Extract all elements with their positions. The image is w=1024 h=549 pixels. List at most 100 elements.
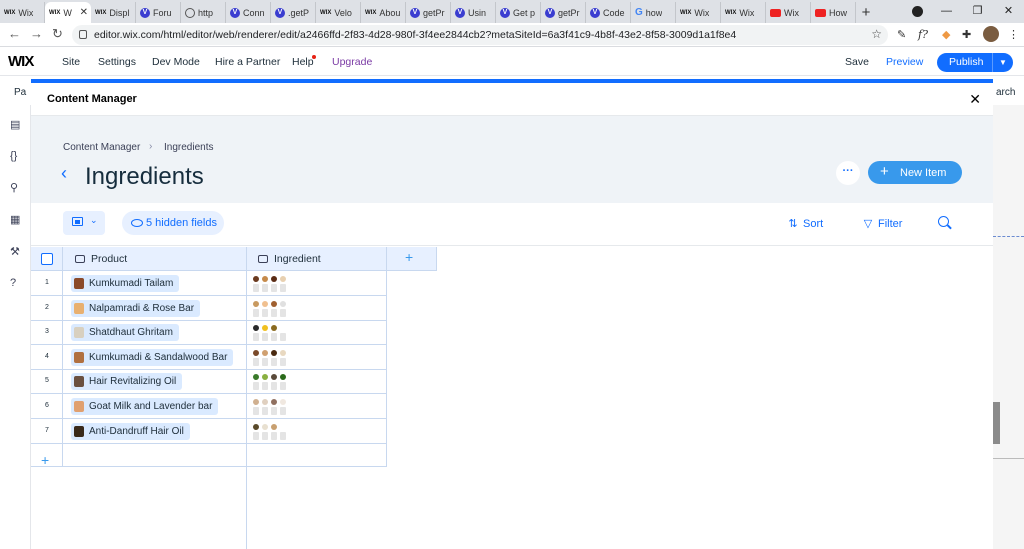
pages-menu-partial[interactable]: Pa bbox=[14, 87, 26, 98]
ingredient-image-thumbnail[interactable] bbox=[253, 300, 289, 318]
youtube-favicon-icon bbox=[815, 8, 826, 17]
browser-tab[interactable]: WIX Abou bbox=[361, 2, 406, 23]
table-row[interactable]: 4 Kumkumadi & Sandalwood Bar bbox=[31, 345, 386, 370]
eyedropper-icon[interactable]: ✎ bbox=[897, 28, 906, 41]
product-reference-tag[interactable]: Goat Milk and Lavender bar bbox=[71, 398, 219, 415]
extensions-puzzle-icon[interactable]: ✚ bbox=[962, 28, 971, 41]
browser-tab[interactable]: VgetPr bbox=[406, 2, 451, 23]
table-row[interactable]: 1 Kumkumadi Tailam bbox=[31, 271, 386, 296]
browser-tab[interactable]: V Code bbox=[586, 2, 631, 23]
browser-tab-label: Wix bbox=[18, 7, 34, 18]
add-row-icon[interactable]: + bbox=[41, 452, 49, 468]
editor-canvas-edge bbox=[993, 105, 1024, 549]
product-reference-tag[interactable]: Shatdhaut Ghritam bbox=[71, 324, 179, 342]
browser-tab[interactable]: VgetPr bbox=[541, 2, 586, 23]
product-reference-tag[interactable]: Anti-Dandruff Hair Oil bbox=[71, 422, 190, 440]
column-header-product[interactable]: Product bbox=[75, 253, 127, 265]
code-braces-icon[interactable]: {} bbox=[10, 150, 17, 162]
table-row[interactable]: 3 Shatdhaut Ghritam bbox=[31, 320, 386, 346]
function-ext-icon[interactable]: f? bbox=[918, 28, 928, 41]
browser-tab[interactable]: V Foru bbox=[136, 2, 181, 23]
chevron-down-icon[interactable]: ▼ bbox=[992, 53, 1013, 72]
back-chevron-icon[interactable]: ‹ bbox=[61, 163, 67, 184]
ingredient-swatch bbox=[271, 276, 277, 282]
browser-tab[interactable]: How bbox=[811, 2, 856, 23]
ingredient-swatch bbox=[280, 423, 286, 430]
search-icon[interactable] bbox=[938, 216, 949, 227]
ingredient-image-thumbnail[interactable] bbox=[253, 349, 289, 367]
ingredient-image-thumbnail[interactable] bbox=[253, 423, 289, 441]
ingredient-image-thumbnail[interactable] bbox=[253, 398, 289, 416]
menu-hire-a-partner[interactable]: Hire a Partner bbox=[215, 56, 280, 68]
browser-tab[interactable]: WIX Wix bbox=[0, 2, 45, 23]
menu-site[interactable]: Site bbox=[62, 56, 80, 68]
table-row[interactable]: 2 Nalpamradi & Rose Bar bbox=[31, 296, 386, 321]
filter-button[interactable]: ▽ Filter bbox=[862, 217, 903, 230]
browser-tab[interactable]: http bbox=[181, 2, 226, 23]
product-reference-tag[interactable]: Kumkumadi & Sandalwood Bar bbox=[71, 348, 234, 366]
colorful-ext-icon[interactable]: ◆ bbox=[942, 28, 950, 41]
browser-tab[interactable]: WIX Velo bbox=[316, 2, 361, 23]
save-button[interactable]: Save bbox=[845, 56, 869, 68]
browser-tab[interactable]: WIX Displ bbox=[91, 2, 136, 23]
help-icon[interactable]: ? bbox=[10, 277, 16, 289]
column-header-ingredient[interactable]: Ingredient bbox=[258, 253, 321, 265]
forward-arrow-icon[interactable]: → bbox=[30, 26, 43, 41]
close-window-icon[interactable]: ✕ bbox=[993, 0, 1024, 23]
table-row[interactable]: 6 Goat Milk and Lavender bar bbox=[31, 394, 386, 419]
minimize-icon[interactable]: — bbox=[931, 0, 962, 23]
browser-tab[interactable]: V .getP bbox=[271, 2, 316, 23]
wix-logo[interactable]: WIX bbox=[8, 53, 34, 70]
preview-button[interactable]: Preview bbox=[886, 56, 923, 68]
ingredient-image-thumbnail[interactable] bbox=[253, 275, 289, 293]
ingredient-caption bbox=[280, 431, 286, 440]
close-icon[interactable]: ✕ bbox=[969, 91, 981, 108]
product-reference-tag[interactable]: Nalpamradi & Rose Bar bbox=[71, 299, 201, 317]
add-column-icon[interactable]: + bbox=[405, 249, 413, 265]
browser-tab[interactable]: Ghow bbox=[631, 2, 676, 23]
browser-tab[interactable]: Wix bbox=[766, 2, 811, 23]
browser-tab[interactable]: WIX W ✕ bbox=[45, 2, 91, 23]
menu-help[interactable]: Help bbox=[292, 56, 314, 68]
product-reference-tag[interactable]: Hair Revitalizing Oil bbox=[71, 373, 183, 391]
close-tab-icon[interactable]: ✕ bbox=[80, 7, 88, 18]
bookmark-star-icon[interactable]: ☆ bbox=[871, 27, 882, 41]
breadcrumb-content-manager[interactable]: Content Manager bbox=[63, 142, 140, 153]
more-actions-button[interactable]: ··· bbox=[836, 161, 860, 185]
new-item-button[interactable]: + New Item bbox=[868, 161, 962, 184]
sort-button[interactable]: ⇅ Sort bbox=[787, 217, 823, 230]
database-icon[interactable]: ▦ bbox=[10, 213, 20, 226]
table-row[interactable]: 5 Hair Revitalizing Oil bbox=[31, 369, 386, 395]
ingredient-caption bbox=[280, 308, 286, 317]
browser-tab[interactable]: WIX Wix bbox=[676, 2, 721, 23]
menu-upgrade[interactable]: Upgrade bbox=[332, 56, 372, 68]
product-reference-tag[interactable]: Kumkumadi Tailam bbox=[71, 275, 180, 292]
search-partial[interactable]: arch bbox=[996, 87, 1015, 98]
publish-button[interactable]: Publish ▼ bbox=[937, 53, 1013, 72]
maximize-icon[interactable]: ❐ bbox=[962, 0, 993, 23]
browser-menu-icon[interactable]: ⋮ bbox=[1008, 28, 1019, 41]
new-tab-icon[interactable]: + bbox=[856, 2, 876, 23]
ingredient-image-thumbnail[interactable] bbox=[253, 324, 289, 342]
search-icon[interactable]: ⚲ bbox=[10, 181, 18, 194]
profile-avatar[interactable] bbox=[983, 26, 999, 42]
tab-search-icon[interactable] bbox=[912, 6, 923, 17]
menu-settings[interactable]: Settings bbox=[98, 56, 136, 68]
canvas-scrollbar[interactable] bbox=[993, 402, 1000, 444]
browser-tab[interactable]: V Usin bbox=[451, 2, 496, 23]
tools-icon[interactable]: ⚒ bbox=[10, 245, 20, 258]
hidden-fields-button[interactable]: 5 hidden fields bbox=[122, 211, 224, 235]
browser-tab[interactable]: WIX Wix bbox=[721, 2, 766, 23]
view-switcher-button[interactable]: ⌄ bbox=[63, 211, 105, 235]
url-input[interactable]: editor.wix.com/html/editor/web/renderer/… bbox=[72, 25, 888, 45]
back-arrow-icon[interactable]: ← bbox=[8, 26, 21, 41]
browser-tab[interactable]: V Conn bbox=[226, 2, 271, 23]
reload-icon[interactable]: ↻ bbox=[52, 26, 63, 42]
browser-tab[interactable]: V Get p bbox=[496, 2, 541, 23]
ingredient-swatch bbox=[253, 325, 259, 332]
ingredient-image-thumbnail[interactable] bbox=[253, 373, 289, 391]
table-row[interactable]: 7 Anti-Dandruff Hair Oil bbox=[31, 419, 386, 444]
select-all-checkbox[interactable] bbox=[41, 253, 53, 265]
pages-icon[interactable]: ▤ bbox=[10, 118, 20, 131]
menu-dev-mode[interactable]: Dev Mode bbox=[152, 56, 200, 68]
